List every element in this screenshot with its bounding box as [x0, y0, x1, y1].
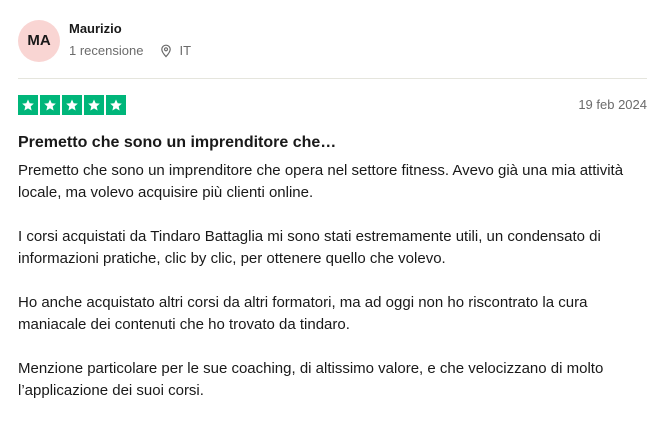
star-icon [18, 95, 38, 115]
review-count: 1 recensione [69, 43, 144, 58]
review-paragraph: Ho anche acquistato altri corsi da altri… [18, 294, 588, 333]
avatar[interactable]: MA [18, 20, 60, 62]
star-icon [40, 95, 60, 115]
location-pin-icon [159, 44, 173, 58]
review-title[interactable]: Premetto che sono un imprenditore che… [18, 134, 336, 152]
review-body: Premetto che sono un imprenditore che op… [18, 160, 650, 424]
star-icon [84, 95, 104, 115]
review-paragraph: I corsi acquistati da Tindaro Battaglia … [18, 228, 601, 267]
reviewer-name[interactable]: Maurizio [69, 21, 122, 36]
reviewer-meta: 1 recensione IT [69, 43, 191, 58]
review-date: 19 feb 2024 [578, 97, 647, 112]
star-rating [18, 95, 126, 115]
review-paragraph: Menzione particolare per le sue coaching… [18, 360, 604, 399]
reviewer-country: IT [179, 43, 192, 58]
star-icon [106, 95, 126, 115]
review-paragraph: Premetto che sono un imprenditore che op… [18, 162, 624, 201]
divider [18, 78, 647, 79]
reviewer-header: MA Maurizio 1 recensione IT [18, 18, 648, 62]
star-icon [62, 95, 82, 115]
